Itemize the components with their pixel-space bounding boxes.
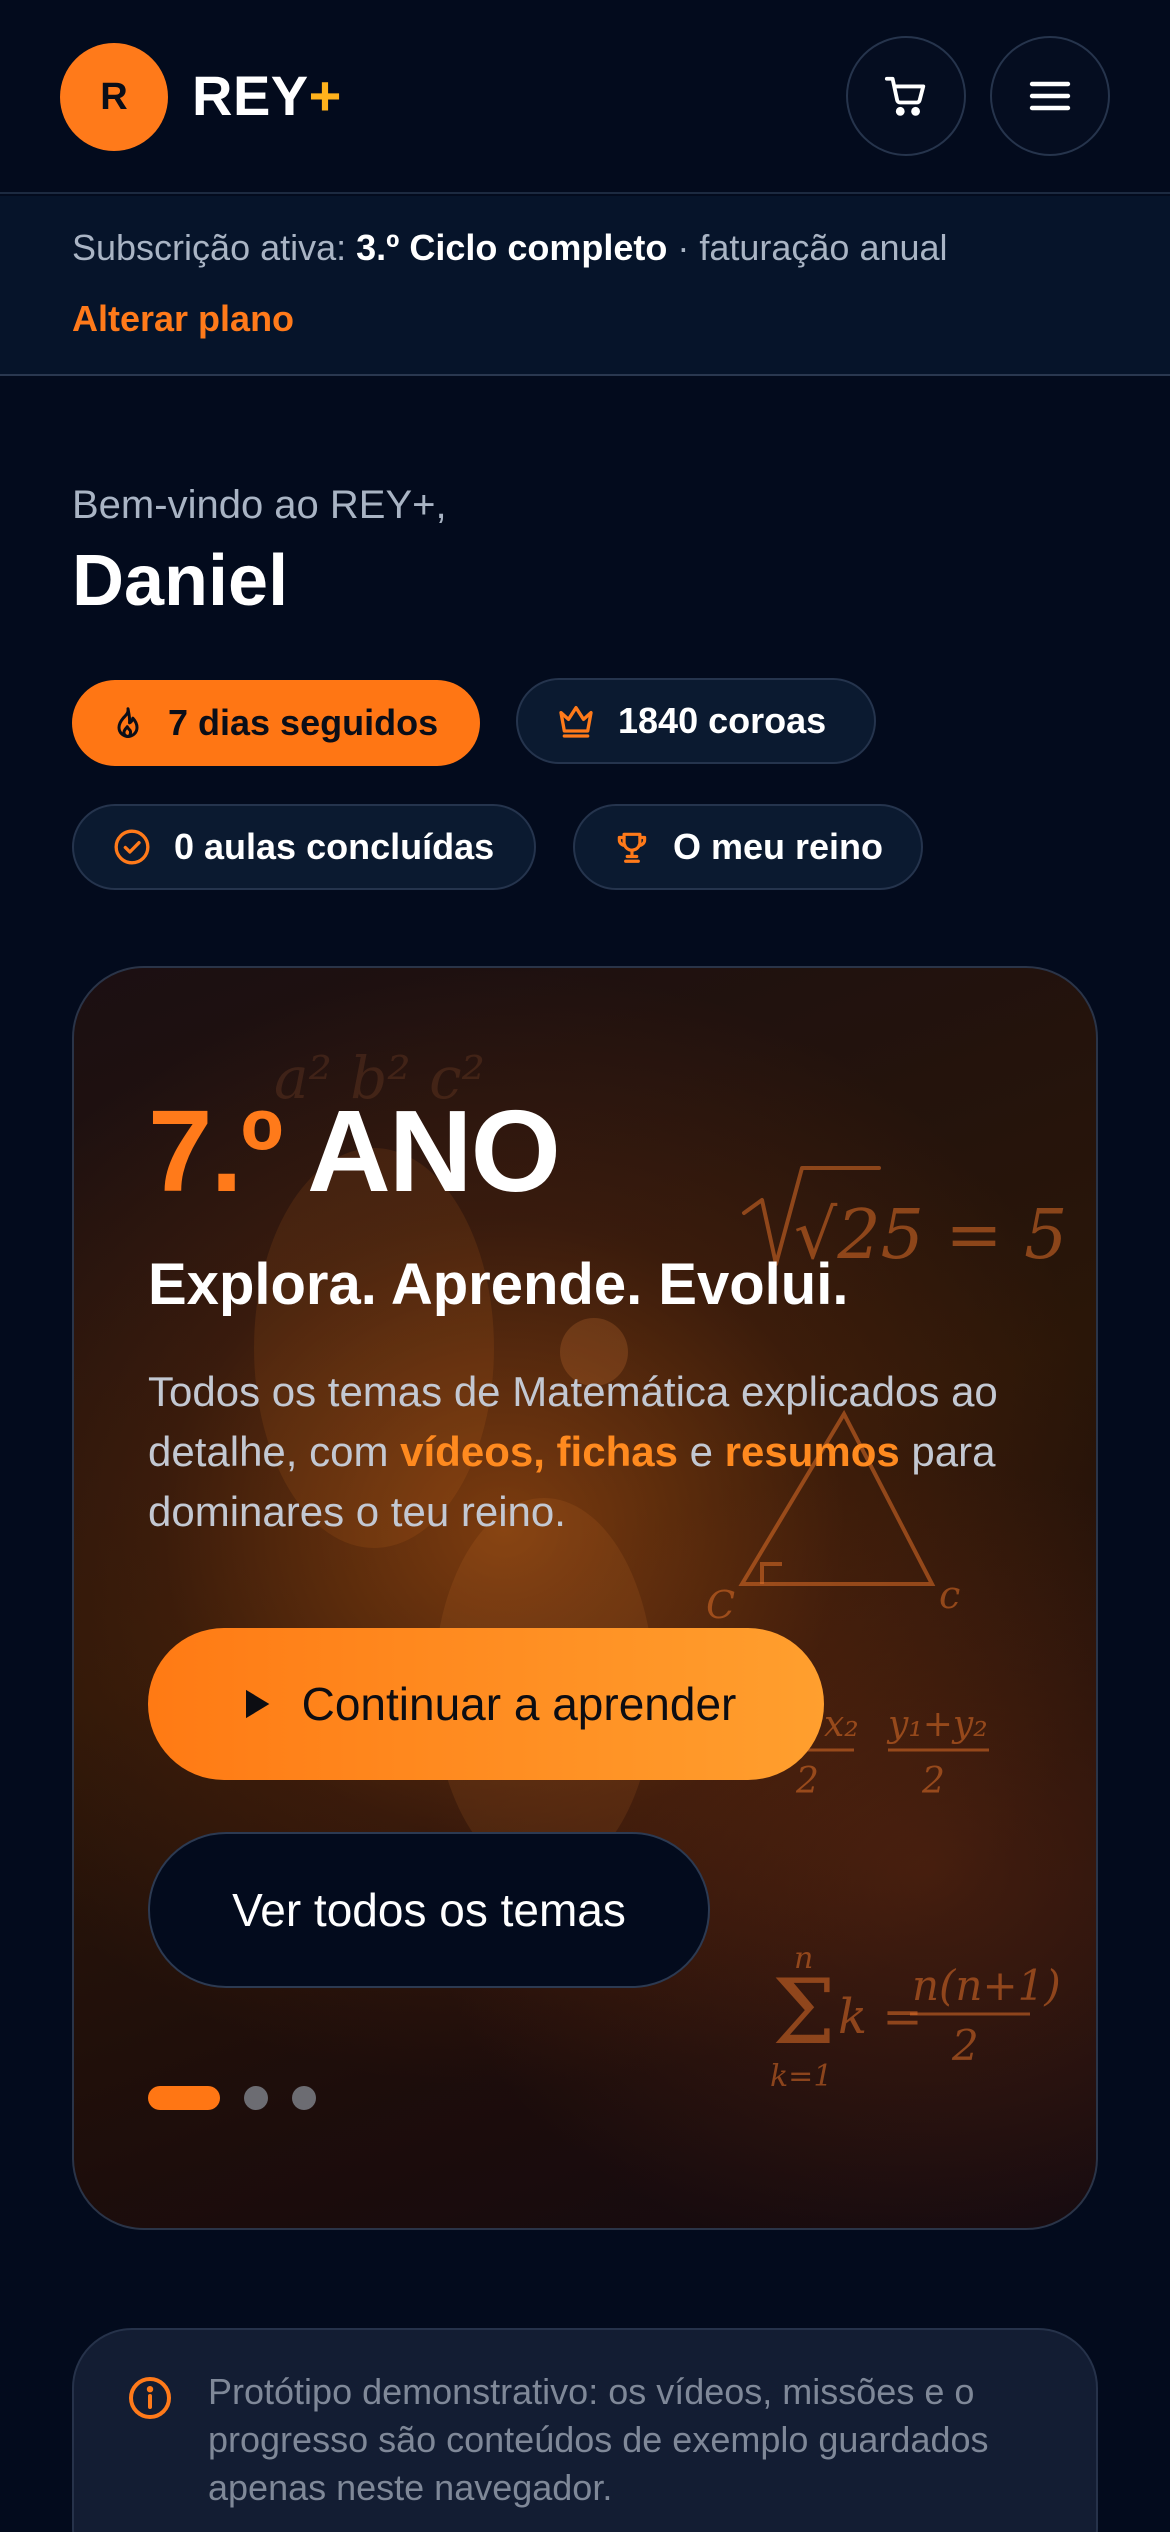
- hero-desc-highlight-2: resumos: [724, 1428, 900, 1475]
- subscription-banner: [0, 196, 1170, 376]
- crown-icon: [559, 706, 593, 738]
- logo-avatar[interactable]: R: [60, 43, 168, 151]
- crowns-label: 1840 coroas: [618, 700, 827, 741]
- subscription-status: Subscrição ativa: 3.º Ciclo completo · f…: [72, 226, 948, 270]
- app-screen: R REY+ Subscrição ativa: 3.º Ciclo compl…: [0, 0, 1170, 2532]
- lessons-label: 0 aulas concluídas: [174, 826, 495, 867]
- streak-label: 7 dias seguidos: [168, 702, 439, 743]
- carousel-pagination: [148, 2086, 316, 2110]
- streak-chip[interactable]: 7 dias seguidos: [72, 680, 480, 766]
- welcome-greeting: Bem-vindo ao REY+,: [72, 483, 447, 527]
- decor-den-1: 2: [795, 1761, 819, 1802]
- subscription-prefix: Subscrição ativa:: [72, 227, 357, 268]
- decor-sum-k1: k=1: [770, 2059, 832, 2094]
- cart-icon: [884, 76, 926, 116]
- change-plan-link[interactable]: Alterar plano: [72, 297, 294, 341]
- grade-word: ANO: [281, 1086, 561, 1216]
- trophy-icon: [617, 832, 647, 863]
- cart-button[interactable]: [846, 36, 966, 156]
- decor-sum: n Σ k = n(n+1) 2 k=1: [770, 1941, 1061, 2094]
- hero-desc-part-2: e: [677, 1428, 725, 1475]
- grade-title: 7.º ANO: [148, 1086, 561, 1216]
- top-bar: R REY+: [0, 0, 1170, 194]
- view-all-topics-label: Ver todos os temas: [232, 1884, 626, 1936]
- demo-notice-text: Protótipo demonstrativo: os vídeos, miss…: [208, 2371, 989, 2508]
- brand-name[interactable]: REY+: [192, 60, 342, 132]
- lessons-chip[interactable]: 0 aulas concluídas: [72, 804, 536, 890]
- continue-learning-button[interactable]: Continuar a aprender: [148, 1628, 824, 1780]
- subscription-plan: 3.º Ciclo completo: [356, 227, 668, 268]
- hero-description: Todos os temas de Matemática explicados …: [148, 1362, 1028, 1542]
- decor-midpoint: x₂ y₁+y₂ 2 2: [795, 1704, 988, 1802]
- brand-plus: +: [308, 64, 342, 127]
- menu-icon: [1029, 81, 1071, 111]
- info-icon: [129, 2377, 171, 2419]
- kingdom-chip[interactable]: O meu reino: [573, 804, 923, 890]
- decor-sum-n: n: [794, 1941, 813, 1976]
- decor-den-2: 2: [921, 1761, 945, 1802]
- decor-label-c: c: [939, 1573, 960, 1617]
- decor-x2: x₂: [824, 1704, 859, 1745]
- crowns-chip[interactable]: 1840 coroas: [516, 678, 876, 764]
- hero-tagline: Explora. Aprende. Evolui.: [148, 1252, 849, 1317]
- hero-card: √25 = 5 C c x₂ y₁+y₂ 2 2 n Σ k = n(n+1) …: [72, 966, 1098, 2230]
- grade-number: 7.º: [148, 1086, 283, 1216]
- check-circle-icon: [114, 829, 150, 865]
- brand-text: REY: [192, 64, 309, 127]
- decor-sum-den: 2: [951, 2021, 979, 2070]
- user-name: Daniel: [72, 541, 289, 621]
- decor-sum-num: n(n+1): [912, 1961, 1061, 2010]
- hero-desc-highlight-1: vídeos, fichas: [400, 1428, 678, 1475]
- kingdom-label: O meu reino: [672, 826, 883, 867]
- decor-sum-k: k =: [838, 1989, 923, 2045]
- carousel-dot-1[interactable]: [148, 2086, 220, 2110]
- carousel-dot-2[interactable]: [244, 2086, 268, 2110]
- continue-learning-label: Continuar a aprender: [301, 1678, 737, 1730]
- decor-sum-sigma: Σ: [772, 1960, 836, 2065]
- view-all-topics-button[interactable]: Ver todos os temas: [148, 1832, 710, 1988]
- play-icon: [245, 1689, 269, 1719]
- carousel-dot-3[interactable]: [292, 2086, 316, 2110]
- subscription-billing: · faturação anual: [667, 227, 948, 268]
- flame-icon: [117, 707, 139, 738]
- menu-button[interactable]: [990, 36, 1110, 156]
- decor-label-C: C: [706, 1583, 735, 1627]
- demo-notice: Protótipo demonstrativo: os vídeos, miss…: [72, 2328, 1098, 2532]
- decor-y1y2: y₁+y₂: [886, 1704, 988, 1745]
